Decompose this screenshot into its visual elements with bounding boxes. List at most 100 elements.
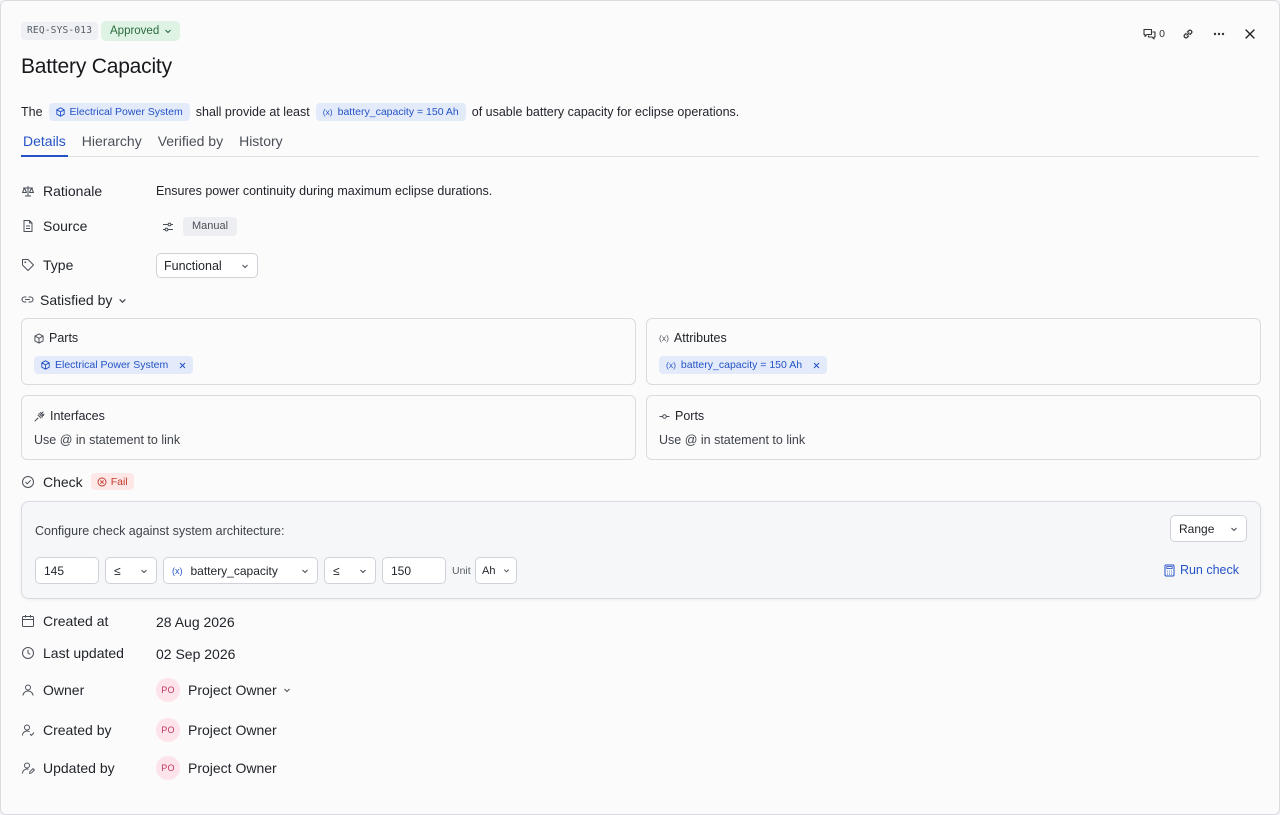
type-select[interactable]: Functional xyxy=(156,253,258,278)
check-config-text: Configure check against system architect… xyxy=(35,524,285,538)
chevron-down-icon xyxy=(241,262,249,270)
type-select-value: Functional xyxy=(164,258,222,273)
tab-history[interactable]: History xyxy=(237,131,285,157)
requirement-panel: REQ-SYS-013 Approved 0 Battery Capacity … xyxy=(0,0,1280,815)
comments-button[interactable]: 0 xyxy=(1143,24,1165,44)
parts-card-header: Parts xyxy=(34,331,78,345)
more-options-button[interactable] xyxy=(1213,24,1225,44)
satisfied-by-toggle[interactable]: Satisfied by xyxy=(21,292,127,308)
unit-select-value: Ah xyxy=(482,564,496,577)
cube-icon xyxy=(41,360,50,370)
type-label-row: Type xyxy=(21,257,73,273)
lower-operator-select[interactable]: ≤ xyxy=(105,557,157,584)
user-check-icon xyxy=(21,723,35,737)
parts-chip[interactable]: Electrical Power System xyxy=(34,356,194,374)
tab-bar: Details Hierarchy Verified by History xyxy=(21,131,1259,157)
interfaces-card: Interfaces Use @ in statement to link xyxy=(21,395,636,460)
created-by-value: PO Project Owner xyxy=(156,718,277,742)
check-result-label: Fail xyxy=(110,475,128,488)
attributes-chip-label: battery_capacity = 150 Ah xyxy=(680,359,803,371)
unit-select[interactable]: Ah xyxy=(475,557,517,584)
avatar: PO xyxy=(156,718,180,742)
avatar: PO xyxy=(156,756,180,780)
check-mode-value: Range xyxy=(1179,521,1215,536)
min-value-input[interactable] xyxy=(35,557,99,584)
source-label-row: Source xyxy=(21,218,87,234)
interfaces-card-header: Interfaces xyxy=(34,409,105,423)
close-button[interactable] xyxy=(1245,24,1255,44)
chevron-down-icon xyxy=(140,567,148,575)
check-result-badge: Fail xyxy=(90,473,134,490)
requirement-statement: The Electrical Power System shall provid… xyxy=(21,103,739,121)
max-value-input[interactable] xyxy=(382,557,446,584)
created-at-label: Created at xyxy=(43,613,109,629)
ports-card: Ports Use @ in statement to link xyxy=(646,395,1261,460)
updated-by-value: PO Project Owner xyxy=(156,756,277,780)
attributes-card: (x) Attributes (x) battery_capacity = 15… xyxy=(646,318,1261,385)
source-badge: Manual xyxy=(183,217,238,236)
chevron-down-icon xyxy=(164,27,172,35)
chevron-down-icon xyxy=(359,567,367,575)
attribute-reference-label: battery_capacity = 150 Ah xyxy=(337,106,459,118)
link-icon xyxy=(1181,27,1195,41)
cube-icon xyxy=(34,332,44,344)
status-dropdown[interactable]: Approved xyxy=(101,21,181,41)
source-label: Source xyxy=(43,218,88,234)
check-mode-select[interactable]: Range xyxy=(1170,515,1247,542)
variable-icon: (x) xyxy=(172,565,183,576)
tab-details[interactable]: Details xyxy=(21,131,68,157)
parts-chip-label: Electrical Power System xyxy=(55,359,169,371)
attribute-select[interactable]: (x) battery_capacity xyxy=(163,557,318,584)
tab-verified-by[interactable]: Verified by xyxy=(156,131,225,157)
lower-operator-value: ≤ xyxy=(114,563,121,578)
statement-prefix: The xyxy=(21,105,43,119)
variable-icon: (x) xyxy=(322,107,333,117)
check-label-row: Check Fail xyxy=(21,473,134,490)
variable-icon: (x) xyxy=(666,360,676,370)
document-icon xyxy=(21,219,35,233)
attributes-card-title: Attributes xyxy=(673,331,727,345)
created-by-label: Created by xyxy=(43,722,112,738)
chevron-down-icon xyxy=(118,296,127,305)
last-updated-label-row: Last updated xyxy=(21,645,124,661)
attribute-reference-chip[interactable]: (x) battery_capacity = 150 Ah xyxy=(315,103,466,121)
tag-icon xyxy=(21,258,35,272)
rationale-value: Ensures power continuity during maximum … xyxy=(156,184,493,198)
ports-card-title: Ports xyxy=(675,409,705,423)
more-horizontal-icon xyxy=(1213,32,1225,36)
satisfied-by-label: Satisfied by xyxy=(40,292,113,308)
copy-link-button[interactable] xyxy=(1181,24,1195,44)
unit-label: Unit xyxy=(452,565,471,577)
rationale-label: Rationale xyxy=(43,183,103,199)
last-updated-value: 02 Sep 2026 xyxy=(156,646,236,662)
tab-hierarchy[interactable]: Hierarchy xyxy=(80,131,144,157)
owner-select[interactable]: PO Project Owner xyxy=(156,678,291,702)
close-icon xyxy=(1245,29,1255,39)
comment-count: 0 xyxy=(1159,28,1165,40)
created-by-name: Project Owner xyxy=(188,722,277,738)
variable-icon: (x) xyxy=(659,333,669,343)
avatar: PO xyxy=(156,678,180,702)
statement-suffix: of usable battery capacity for eclipse o… xyxy=(471,105,740,119)
part-reference-chip[interactable]: Electrical Power System xyxy=(48,103,190,121)
ports-empty-text: Use @ in statement to link xyxy=(659,433,806,447)
upper-operator-select[interactable]: ≤ xyxy=(324,557,376,584)
remove-icon[interactable] xyxy=(179,362,186,369)
run-check-label: Run check xyxy=(1179,563,1239,577)
part-reference-label: Electrical Power System xyxy=(69,106,183,118)
attributes-chip[interactable]: (x) battery_capacity = 150 Ah xyxy=(659,356,828,374)
status-label: Approved xyxy=(110,25,160,37)
clock-icon xyxy=(21,646,35,660)
sliders-icon xyxy=(162,221,174,233)
check-config-panel: Configure check against system architect… xyxy=(21,501,1261,599)
last-updated-label: Last updated xyxy=(43,645,124,661)
header-actions: 0 xyxy=(1143,24,1255,44)
chevron-down-icon xyxy=(503,567,510,574)
remove-icon[interactable] xyxy=(813,362,820,369)
created-at-label-row: Created at xyxy=(21,613,108,629)
owner-label: Owner xyxy=(43,682,85,698)
updated-by-label: Updated by xyxy=(43,760,115,776)
updated-by-label-row: Updated by xyxy=(21,760,115,776)
run-check-button[interactable]: Run check xyxy=(1164,563,1239,577)
statement-middle: shall provide at least xyxy=(195,105,310,119)
